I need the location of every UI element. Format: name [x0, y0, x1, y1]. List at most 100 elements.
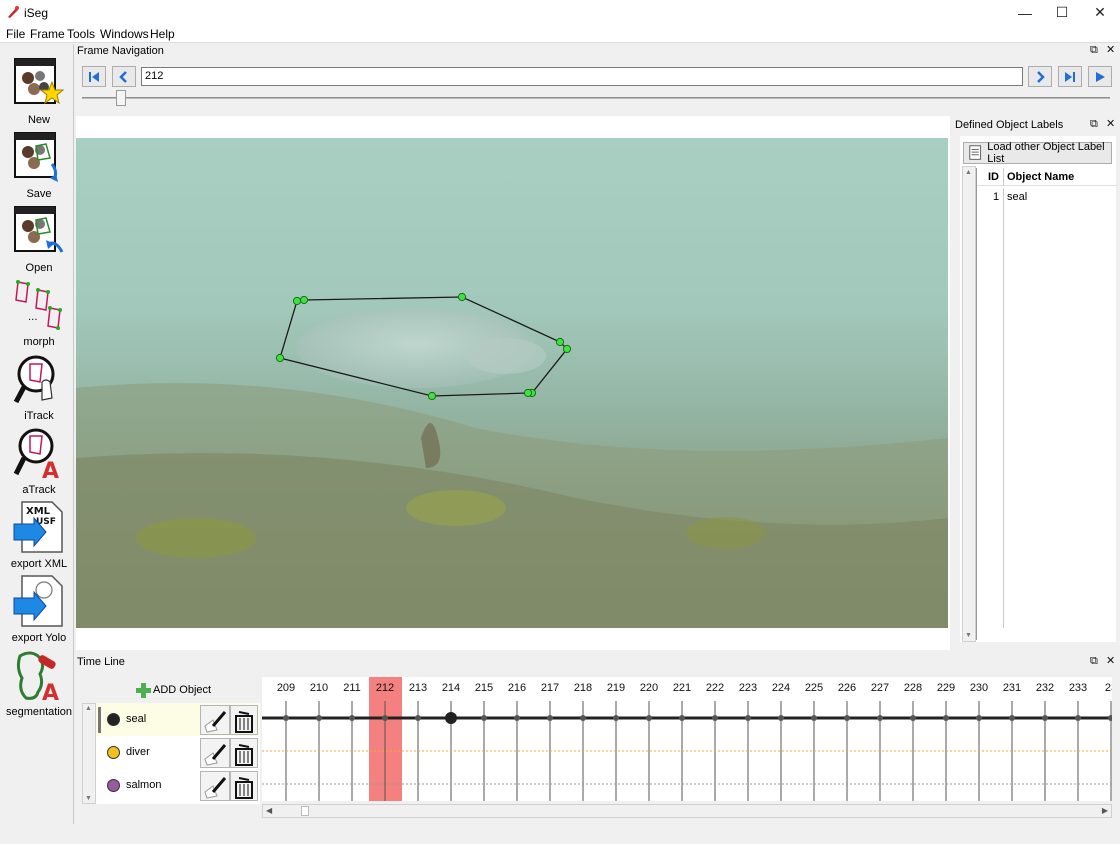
scroll-down-icon[interactable]: ▼: [965, 632, 972, 639]
pencil-edit-icon: [204, 777, 227, 799]
first-frame-button[interactable]: [82, 66, 106, 87]
object-name: seal: [126, 713, 147, 725]
frame-marker: [349, 715, 355, 721]
frame-number-label: 217: [541, 682, 559, 694]
svg-text:A: A: [42, 681, 59, 704]
objects-scrollbar[interactable]: ▲ ▼: [82, 703, 96, 804]
load-label-list-button[interactable]: Load other Object Label List: [963, 141, 1112, 165]
minimize-button[interactable]: —: [1005, 0, 1045, 25]
frame-navigation-title: Frame Navigation: [77, 45, 164, 57]
title-bar: iSeg — ☐ ✕: [0, 0, 1120, 25]
tool-sidebar: New Save Open ... morph iTrack A aTrack …: [4, 44, 74, 824]
scroll-left-icon[interactable]: ◀: [266, 806, 272, 815]
frame-number-label: 229: [937, 682, 955, 694]
last-frame-button[interactable]: [1058, 66, 1082, 87]
plus-icon: [136, 682, 151, 698]
labels-float-icon[interactable]: ⧉: [1090, 118, 1098, 131]
tool-open-label: Open: [25, 262, 53, 274]
frame-marker: [547, 715, 553, 721]
close-panel-icon[interactable]: ✕: [1106, 43, 1115, 56]
frame-marker: [943, 715, 949, 721]
menu-windows[interactable]: Windows: [100, 27, 149, 41]
menu-tools[interactable]: Tools: [67, 27, 95, 41]
objects-scroll-down-icon[interactable]: ▼: [85, 795, 92, 802]
frame-number-input[interactable]: 212: [141, 67, 1023, 86]
menu-frame[interactable]: Frame: [30, 27, 65, 41]
object-list: seal diver salmon: [96, 703, 260, 804]
object-name: diver: [126, 746, 150, 758]
frame-marker: [316, 715, 322, 721]
object-row-seal[interactable]: seal: [96, 703, 260, 736]
tool-atrack-button[interactable]: A aTrack: [4, 426, 74, 500]
tool-itrack-label: iTrack: [24, 410, 54, 422]
scroll-right-icon[interactable]: ▶: [1102, 806, 1108, 815]
play-button[interactable]: [1088, 66, 1112, 87]
menu-bar: File Frame Tools Windows Help: [0, 25, 1120, 43]
keyframe-marker: [445, 712, 457, 724]
delete-object-button[interactable]: [230, 771, 258, 801]
labels-panel-title: Defined Object Labels: [955, 119, 1064, 131]
frame-number-label: 228: [904, 682, 922, 694]
tool-open-button[interactable]: Open: [4, 204, 74, 278]
frame-marker: [646, 715, 652, 721]
next-frame-button[interactable]: [1028, 66, 1052, 87]
objects-scroll-up-icon[interactable]: ▲: [85, 705, 92, 712]
tool-export-xml-button[interactable]: XML USF export XML: [4, 500, 74, 574]
frame-number-label: 220: [640, 682, 658, 694]
svg-text:...: ...: [28, 312, 38, 323]
edit-object-button[interactable]: [200, 738, 230, 768]
frame-marker: [481, 715, 487, 721]
tool-segmentation-button[interactable]: A segmentation: [4, 648, 74, 722]
previous-frame-button[interactable]: [112, 66, 136, 87]
edit-object-button[interactable]: [200, 705, 230, 735]
timeline-scroll-thumb[interactable]: [301, 806, 309, 816]
close-button[interactable]: ✕: [1080, 0, 1120, 25]
frame-marker: [679, 715, 685, 721]
underwater-scene: [76, 138, 948, 628]
frame-slider-track[interactable]: [82, 97, 1110, 99]
edit-object-button[interactable]: [200, 771, 230, 801]
timeline-close-icon[interactable]: ✕: [1106, 654, 1115, 667]
add-object-button[interactable]: ADD Object: [136, 682, 211, 698]
labels-scrollbar[interactable]: ▲ ▼: [962, 166, 976, 642]
delete-object-button[interactable]: [230, 738, 258, 768]
frame-number-label: 215: [475, 682, 493, 694]
table-row[interactable]: 1 seal: [977, 188, 1117, 628]
frame-marker: [745, 715, 751, 721]
tool-morph-button[interactable]: ... morph: [4, 278, 74, 352]
frame-number-label: 223: [739, 682, 757, 694]
labels-close-icon[interactable]: ✕: [1106, 117, 1115, 130]
open-project-icon: [14, 206, 64, 253]
menu-file[interactable]: File: [6, 27, 25, 41]
frame-marker: [1042, 715, 1048, 721]
timeline-float-icon[interactable]: ⧉: [1090, 655, 1098, 668]
tool-export-yolo-button[interactable]: export Yolo: [4, 574, 74, 648]
float-panel-icon[interactable]: ⧉: [1090, 44, 1098, 57]
frame-number-label: 211: [343, 682, 361, 694]
column-header-name: Object Name: [1007, 171, 1075, 183]
frame-marker: [877, 715, 883, 721]
maximize-button[interactable]: ☐: [1042, 0, 1082, 25]
delete-object-button[interactable]: [230, 705, 258, 735]
object-row-salmon[interactable]: salmon: [96, 769, 260, 802]
tool-export-yolo-label: export Yolo: [11, 632, 67, 644]
frame-number-label: 214: [442, 682, 460, 694]
object-row-diver[interactable]: diver: [96, 736, 260, 769]
add-object-text: ADD Object: [153, 684, 212, 696]
frame-slider-handle[interactable]: [116, 90, 126, 106]
pencil-edit-icon: [204, 711, 227, 733]
frame-marker: [283, 715, 289, 721]
video-frame[interactable]: [76, 138, 948, 628]
frame-number-label: 230: [970, 682, 988, 694]
timeline-grid[interactable]: 209 210 211 212 213 214 215 216 217 218 219 220 221 2…: [262, 677, 1112, 801]
tool-itrack-button[interactable]: iTrack: [4, 352, 74, 426]
chevron-right-icon: [1037, 70, 1045, 83]
first-frame-icon: [89, 71, 99, 82]
scroll-up-icon[interactable]: ▲: [965, 169, 972, 176]
tool-save-button[interactable]: Save: [4, 130, 74, 204]
timeline-hscrollbar[interactable]: ◀ ▶: [262, 804, 1112, 818]
segmentation-icon: A: [16, 651, 59, 704]
menu-help[interactable]: Help: [150, 27, 175, 41]
tool-new-button[interactable]: New: [4, 56, 74, 130]
column-header-id: ID: [988, 171, 999, 183]
